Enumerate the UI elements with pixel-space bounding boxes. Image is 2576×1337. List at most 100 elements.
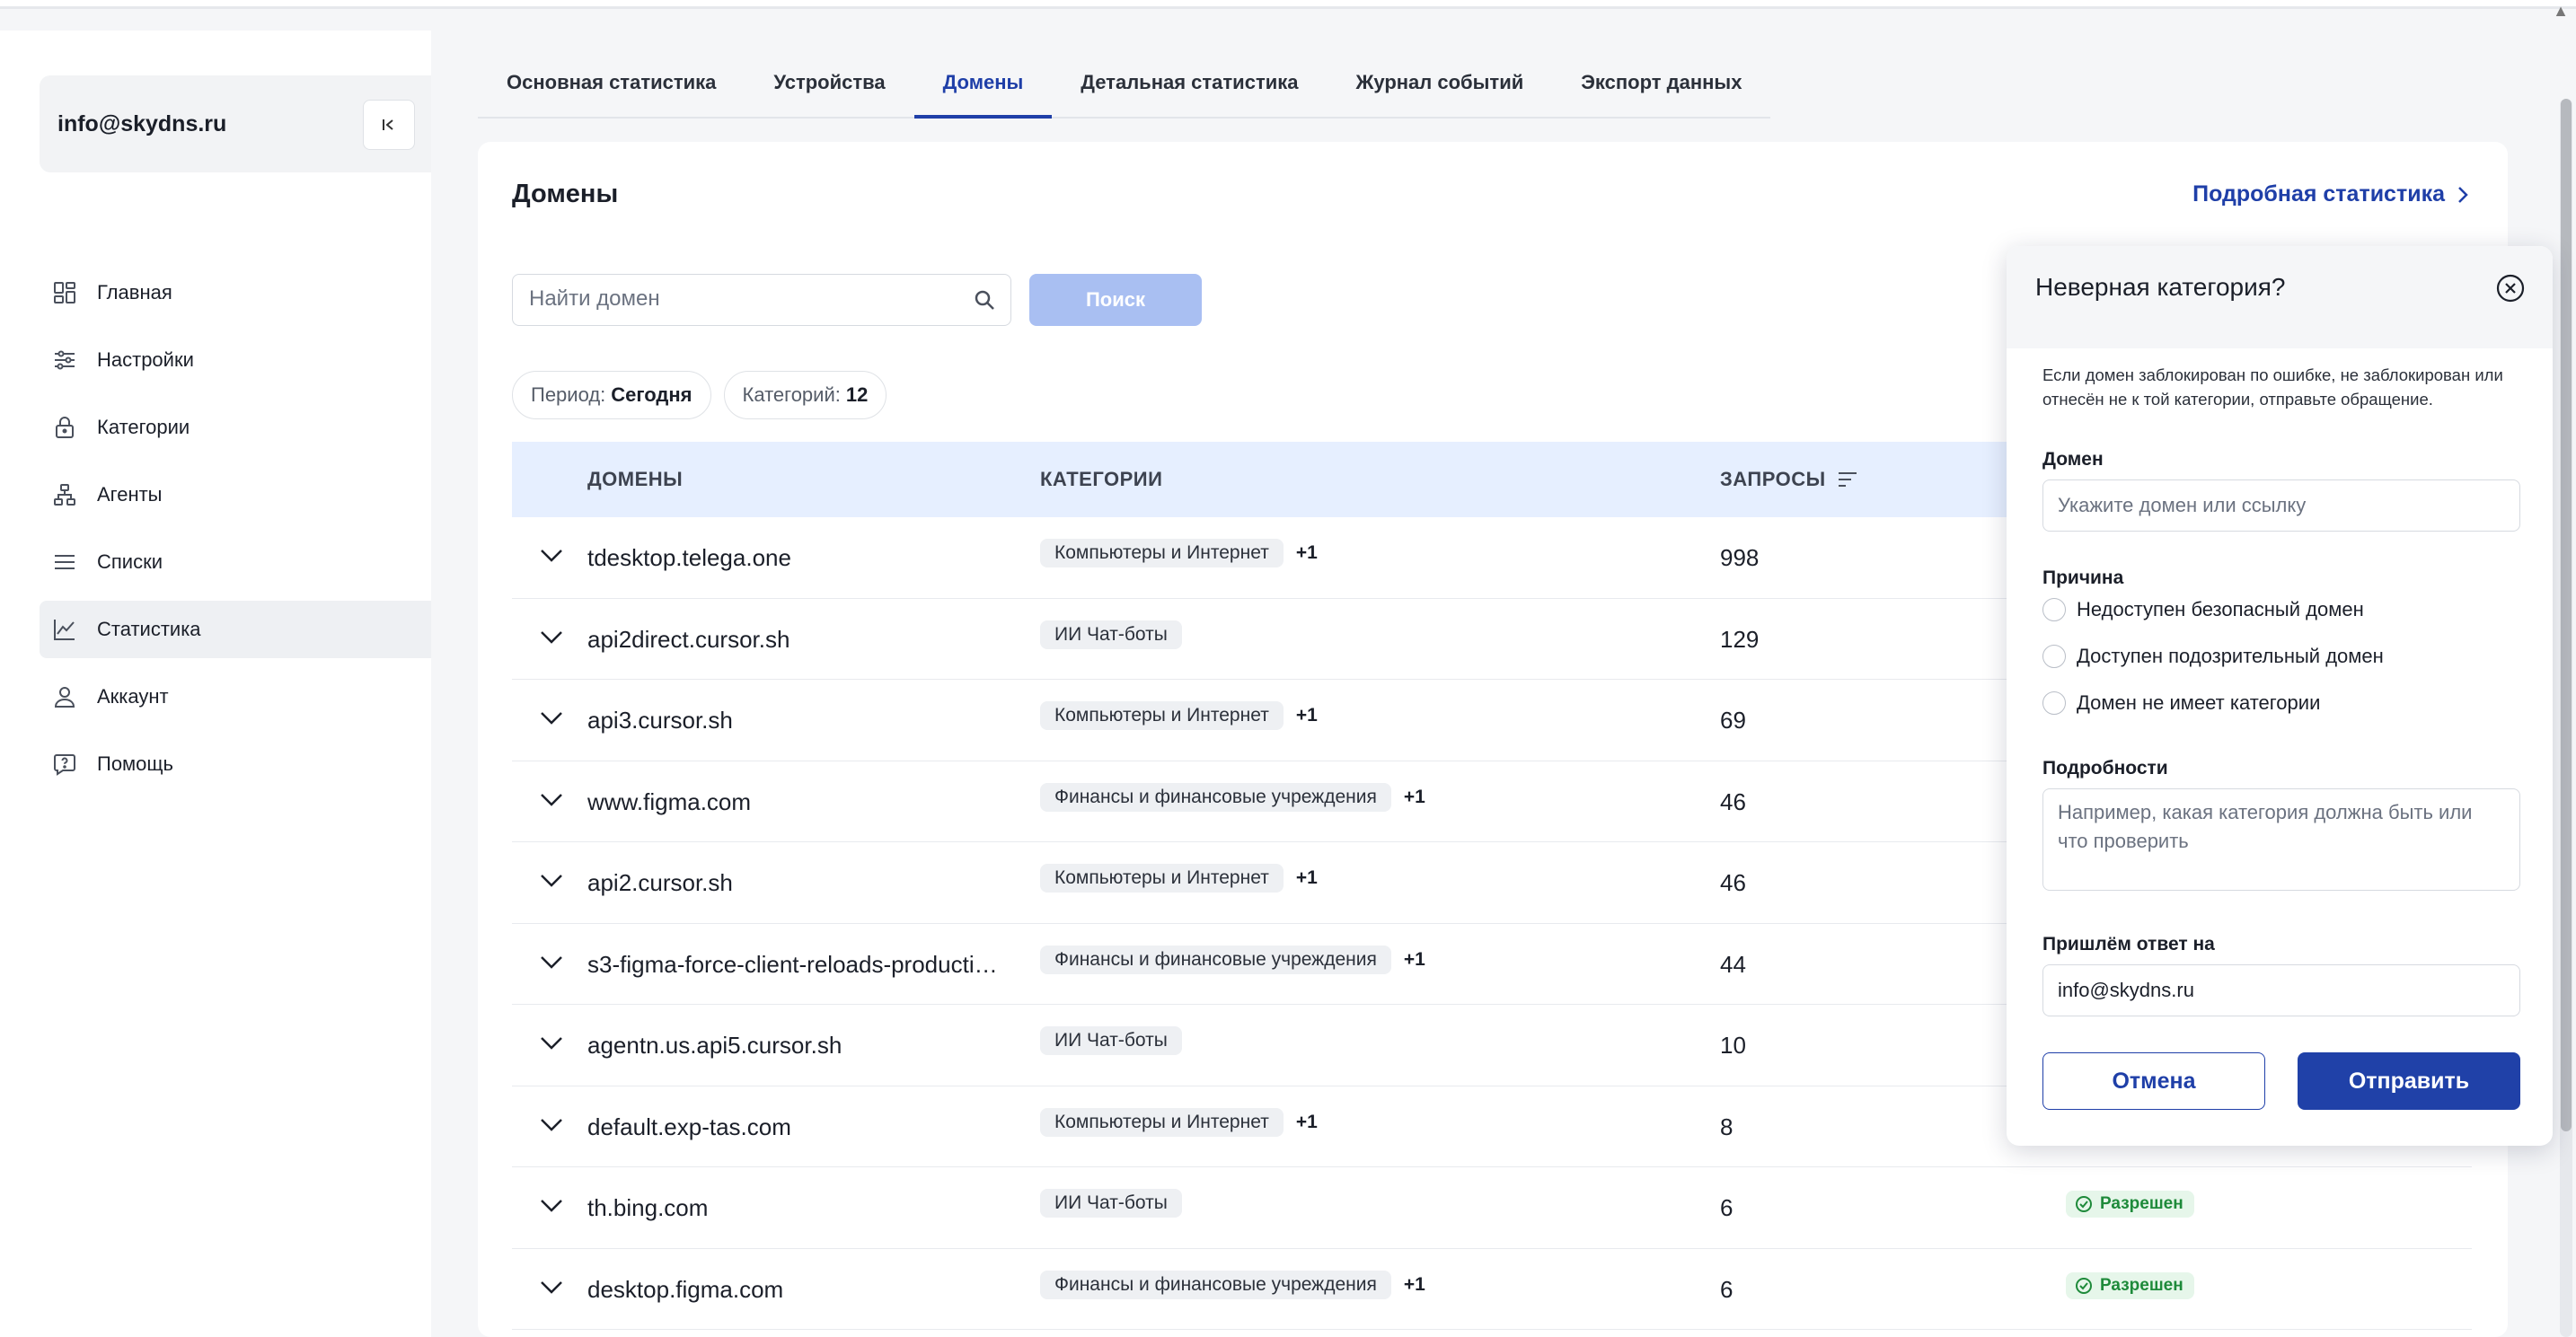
chevron-down-icon[interactable] [539,629,564,646]
requests-count: 10 [1720,1032,1746,1059]
sidebar-item-label: Настройки [97,348,194,371]
dialog-description: Если домен заблокирован по ошибке, не за… [2042,365,2503,409]
requests-count: 998 [1720,544,1760,571]
domain-name[interactable]: s3-figma-force-client-reloads-producti… [587,951,998,979]
sidebar-item-settings[interactable]: Настройки [40,331,431,389]
categories-chip-label: Категорий: [742,383,841,406]
category-more-count[interactable]: +1 [1296,1112,1318,1133]
detailed-stats-link-label: Подробная статистика [2192,181,2445,207]
table-row[interactable]: desktop.figma.com Финансы и финансовые уч… [512,1249,2472,1330]
sidebar-item-home[interactable]: Главная [40,264,431,321]
check-circle-icon [2076,1196,2092,1212]
sidebar-nav: Главная Настройки Категории Агенты Списк… [40,264,431,803]
domain-name[interactable]: www.figma.com [587,788,751,816]
sidebar-item-label: Аккаунт [97,685,169,708]
scroll-up-arrow-icon[interactable]: ▲ [2553,2,2569,21]
sidebar-item-categories[interactable]: Категории [40,399,431,456]
domain-name[interactable]: api3.cursor.sh [587,707,733,734]
reason-option-suspicious-available[interactable]: Доступен подозрительный домен [2042,645,2384,668]
user-card: info@skydns.ru [40,75,431,172]
category-cell: Компьютеры и Интернет +1 [1040,1107,1318,1137]
reason-option-no-category[interactable]: Домен не имеет категории [2042,691,2320,715]
domain-name[interactable]: desktop.figma.com [587,1276,783,1304]
reply-email-label: Пришлём ответ на [2042,934,2215,954]
search-input[interactable] [513,275,935,323]
domain-input[interactable] [2042,479,2520,532]
column-header-requests[interactable]: ЗАПРОСЫ [1720,468,1858,491]
cancel-button[interactable]: Отмена [2042,1052,2265,1110]
category-cell: Финансы и финансовые учреждения +1 [1040,945,1425,974]
chevron-down-icon[interactable] [539,1198,564,1214]
radio-button[interactable] [2042,645,2066,668]
reason-option-label: Недоступен безопасный домен [2077,598,2364,620]
category-more-count[interactable]: +1 [1404,949,1425,971]
chevron-down-icon[interactable] [539,1117,564,1133]
search-field [512,274,1011,326]
category-more-count[interactable]: +1 [1404,787,1425,808]
chevron-down-icon[interactable] [539,1035,564,1051]
tab-data-export[interactable]: Экспорт данных [1552,63,1770,117]
requests-count: 44 [1720,950,1746,978]
reason-option-label: Домен не имеет категории [2077,691,2321,714]
chevron-down-icon[interactable] [539,548,564,564]
category-more-count[interactable]: +1 [1296,542,1318,564]
filter-chips: Период: Сегодня Категорий: 12 [512,371,887,419]
browser-top-strip: ▲ [0,0,2576,20]
period-chip[interactable]: Период: Сегодня [512,371,711,419]
sidebar-item-help[interactable]: Помощь [40,735,431,793]
domain-name[interactable]: tdesktop.telega.one [587,544,791,572]
collapse-sidebar-button[interactable] [363,100,415,150]
period-chip-label: Период: [531,383,606,406]
category-more-count[interactable]: +1 [1404,1274,1425,1296]
tab-detailed-stats[interactable]: Детальная статистика [1052,63,1327,117]
submit-button[interactable]: Отправить [2298,1052,2520,1110]
tab-domains[interactable]: Домены [913,63,1053,119]
domain-name[interactable]: agentn.us.api5.cursor.sh [587,1032,842,1060]
sidebar-item-lists[interactable]: Списки [40,533,431,591]
close-icon[interactable] [2495,273,2526,303]
chevron-down-icon[interactable] [539,710,564,726]
scrollbar-thumb[interactable] [2561,99,2572,1131]
page-title: Домены [512,180,619,208]
network-icon [52,482,77,507]
search-button[interactable]: Поиск [1029,274,1202,326]
domain-field-label: Домен [2042,449,2104,470]
sidebar-item-agents[interactable]: Агенты [40,466,431,523]
domain-name[interactable]: th.bing.com [587,1194,708,1222]
sidebar-item-account[interactable]: Аккаунт [40,668,431,726]
dialog-title: Неверная категория? [2035,273,2286,301]
category-more-count[interactable]: +1 [1296,705,1318,726]
status-badge: Разрешен [2066,1191,2194,1218]
chevron-down-icon[interactable] [539,792,564,808]
search-icon[interactable] [973,288,996,312]
detailed-stats-link[interactable]: Подробная статистика [2192,181,2468,207]
reason-option-label: Доступен подозрительный домен [2077,645,2384,667]
tab-main-stats[interactable]: Основная статистика [478,63,745,117]
tab-devices[interactable]: Устройства [745,63,913,117]
domain-name[interactable]: api2direct.cursor.sh [587,626,790,654]
reason-label: Причина [2042,567,2124,588]
tab-event-log[interactable]: Журнал событий [1328,63,1553,117]
domain-name[interactable]: default.exp-tas.com [587,1113,791,1141]
reason-option-safe-unavailable[interactable]: Недоступен безопасный домен [2042,598,2364,621]
categories-chip[interactable]: Категорий: 12 [723,371,887,419]
chevron-down-icon[interactable] [539,873,564,889]
sidebar-item-label: Категории [97,416,190,438]
domain-name[interactable]: api2.cursor.sh [587,869,733,897]
table-row[interactable]: th.bing.com ИИ Чат-боты 6 Разрешен [512,1167,2472,1249]
radio-button[interactable] [2042,691,2066,715]
sort-icon[interactable] [1837,471,1858,488]
category-more-count[interactable]: +1 [1296,867,1318,889]
details-label: Подробности [2042,758,2168,778]
sliders-icon [52,347,77,373]
chevron-down-icon[interactable] [539,954,564,971]
category-cell: Компьютеры и Интернет +1 [1040,539,1318,567]
collapse-left-icon [383,119,393,130]
radio-button[interactable] [2042,598,2066,621]
requests-count: 69 [1720,707,1746,734]
reply-email-input[interactable] [2042,964,2520,1016]
details-textarea[interactable] [2042,788,2520,891]
sidebar-item-statistics[interactable]: Статистика [40,601,431,658]
chevron-down-icon[interactable] [539,1280,564,1296]
page-scrollbar[interactable] [2560,99,2572,1337]
